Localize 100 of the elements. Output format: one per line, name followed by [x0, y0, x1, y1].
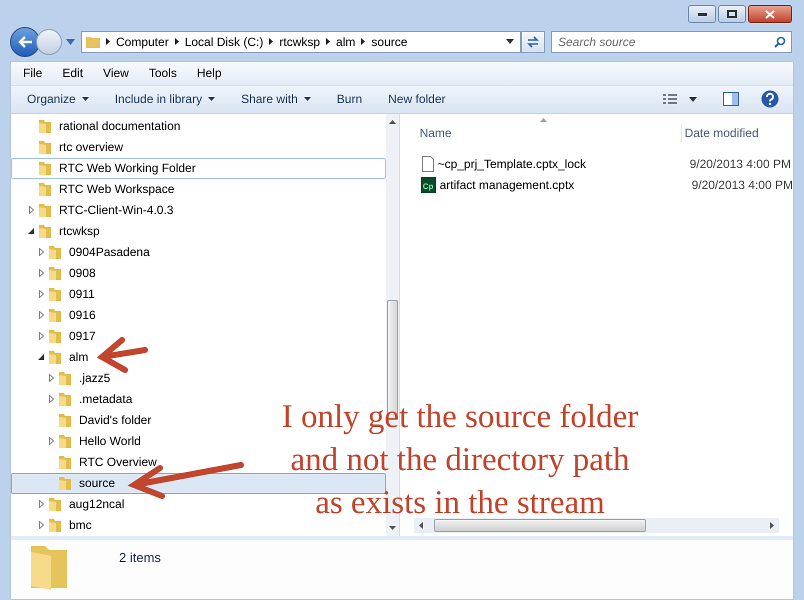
caret-icon [82, 97, 89, 102]
folder-icon [58, 371, 72, 386]
tree-item[interactable]: alm [11, 346, 94, 368]
menu-item[interactable]: Tools [148, 64, 177, 82]
breadcrumb-arrow-icon[interactable] [326, 38, 330, 46]
back-button[interactable] [10, 26, 40, 57]
back-arrow-icon [17, 34, 33, 49]
caret-icon [304, 97, 311, 102]
refresh-icon [526, 36, 540, 48]
breadcrumb-arrow-icon[interactable] [106, 38, 110, 46]
file-name[interactable]: ~cp_prj_Template.cptx_lock [438, 155, 690, 174]
caret-icon [208, 97, 216, 102]
minimize-button[interactable] [688, 5, 716, 23]
column-header[interactable]: Name [400, 124, 681, 142]
tree-item[interactable]: .metadata [11, 388, 138, 410]
scroll-right-icon[interactable] [770, 522, 774, 529]
folder-icon [58, 392, 72, 406]
toolbar-button[interactable]: Organize [27, 90, 89, 108]
date-modified: 9/20/2013 4:00 PM [690, 156, 791, 174]
folder-icon [48, 245, 62, 260]
tree-item[interactable]: RTC Overview [11, 452, 162, 473]
menu-item[interactable]: View [103, 64, 129, 82]
address-dropdown-icon[interactable] [506, 39, 514, 44]
tree-item[interactable]: source [11, 472, 386, 494]
tree-item[interactable]: RTC Web Workspace [11, 178, 180, 200]
column-header[interactable]: Date modified [680, 124, 759, 142]
close-icon [765, 10, 775, 18]
folder-icon [48, 287, 62, 302]
breadcrumb-item[interactable]: alm [336, 32, 356, 51]
tree-item[interactable]: RTC Web Working Folder [11, 158, 386, 179]
scrollbar-thumb[interactable] [434, 518, 646, 532]
tree-item[interactable]: 0917 [11, 326, 101, 347]
collapsed-icon[interactable] [39, 290, 44, 298]
collapsed-icon[interactable] [49, 437, 54, 446]
folder-icon [48, 350, 62, 364]
expanded-icon[interactable] [28, 228, 34, 234]
help-icon[interactable] [761, 90, 779, 108]
breadcrumb-arrow-icon[interactable] [174, 38, 179, 46]
collapsed-icon[interactable] [39, 248, 44, 256]
menu-item[interactable]: File [23, 64, 42, 82]
maximize-icon [727, 10, 737, 18]
tree-item[interactable]: rtcwksp [11, 220, 105, 242]
tree-item[interactable]: rational documentation [11, 116, 186, 137]
item-count: 2 items [119, 548, 161, 567]
menu-item[interactable]: Help [196, 64, 222, 82]
collapsed-icon[interactable] [39, 311, 44, 320]
tree-item[interactable]: Hello World [11, 430, 146, 452]
refresh-button[interactable] [521, 30, 545, 53]
tree-item[interactable]: 0908 [11, 262, 101, 284]
scroll-down-icon[interactable] [388, 526, 396, 530]
folder-icon [48, 497, 62, 512]
folder-icon [48, 308, 62, 322]
scroll-up-icon[interactable] [388, 120, 396, 124]
details-view-button[interactable] [663, 94, 677, 105]
tree-item[interactable]: 0904Pasadena [11, 242, 155, 263]
maximize-button[interactable] [718, 5, 746, 23]
expanded-icon[interactable] [38, 354, 44, 360]
collapsed-icon[interactable] [39, 332, 44, 340]
breadcrumb-item[interactable]: rtcwksp [279, 32, 320, 51]
menu-item[interactable]: Edit [62, 64, 84, 82]
tree-item[interactable]: 0916 [11, 304, 101, 326]
collapsed-icon[interactable] [39, 500, 44, 508]
horizontal-scrollbar[interactable] [414, 518, 779, 533]
collapsed-icon[interactable] [39, 269, 44, 278]
toolbar-button[interactable]: Share with [241, 90, 311, 108]
file-name[interactable]: artifact management.cptx [440, 176, 692, 194]
toolbar-button[interactable]: Include in library [114, 90, 216, 108]
tree-item[interactable]: .jazz5 [11, 368, 116, 389]
toolbar-button[interactable]: Burn [336, 90, 362, 108]
breadcrumb-item[interactable]: Local Disk (C:) [184, 32, 264, 51]
folder-icon [48, 266, 62, 280]
folder-icon [38, 224, 52, 238]
tree-item[interactable]: aug12ncal [11, 494, 130, 515]
breadcrumb-arrow-icon[interactable] [269, 38, 274, 46]
close-button[interactable] [748, 5, 792, 23]
tree-item[interactable]: rtc overview [11, 136, 128, 158]
view-dropdown-icon[interactable] [689, 96, 697, 102]
search-icon [774, 36, 786, 48]
preview-pane-button[interactable] [723, 92, 739, 106]
collapsed-icon[interactable] [29, 206, 34, 214]
collapsed-icon[interactable] [49, 374, 54, 382]
recent-pages-dropdown-icon[interactable] [66, 38, 75, 45]
folder-icon [58, 434, 72, 448]
toolbar-button[interactable]: New folder [388, 90, 446, 108]
tree-item[interactable]: bmc [11, 514, 97, 536]
minimize-icon [698, 12, 706, 16]
collapsed-icon[interactable] [49, 395, 54, 404]
scroll-left-icon[interactable] [418, 522, 423, 529]
breadcrumb-item[interactable]: Computer [116, 32, 169, 51]
search-field[interactable]: Search source [551, 30, 792, 53]
collapsed-icon[interactable] [39, 521, 44, 530]
breadcrumb-arrow-icon[interactable] [361, 38, 366, 46]
folder-icon [58, 413, 72, 428]
tree-item[interactable]: 0911 [11, 284, 100, 305]
address-bar[interactable]: Computer Local Disk (C:) rtcwksp alm source [81, 30, 521, 53]
tree-item[interactable]: David's folder [11, 410, 156, 431]
folder-icon [38, 161, 52, 176]
folder-icon [86, 35, 100, 48]
tree-item[interactable]: RTC-Client-Win-4.0.3 [11, 200, 178, 221]
breadcrumb-item[interactable]: source [371, 32, 408, 51]
